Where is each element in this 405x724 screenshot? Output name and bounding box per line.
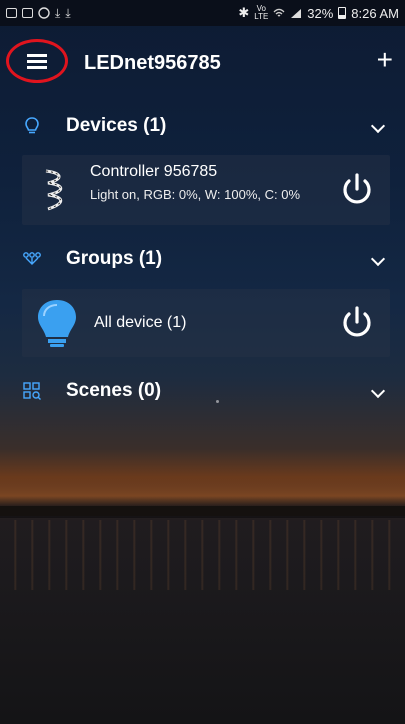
- status-left: ⤓ ⤓: [6, 6, 71, 21]
- hamburger-menu-icon: [27, 54, 47, 69]
- add-button[interactable]: +: [377, 46, 393, 74]
- scenes-section-label: Scenes (0): [66, 380, 162, 401]
- devices-section-header[interactable]: Devices (1): [0, 101, 405, 151]
- device-card[interactable]: Controller 956785 Light on, RGB: 0%, W: …: [22, 155, 390, 225]
- group-card[interactable]: All device (1): [22, 289, 390, 357]
- mail-icon: [6, 8, 17, 18]
- menu-button[interactable]: [6, 39, 68, 83]
- scenes-section-header[interactable]: Scenes (0): [0, 366, 405, 416]
- power-toggle-group[interactable]: [336, 302, 378, 344]
- background-shore: [0, 506, 405, 516]
- group-icon: [23, 252, 41, 265]
- group-name: All device (1): [94, 314, 187, 331]
- whatsapp-icon: [38, 7, 50, 19]
- device-status: Light on, RGB: 0%, W: 100%, C: 0%: [90, 187, 301, 202]
- download-icon: ⤓: [65, 5, 71, 20]
- device-name: Controller 956785: [90, 163, 218, 180]
- clock: 8:26 AM: [351, 5, 399, 21]
- chevron-down-icon: [370, 383, 386, 399]
- chevron-down-icon: [370, 118, 386, 134]
- download-icon: ⤓: [55, 5, 61, 20]
- background-water-reflections: [0, 520, 405, 590]
- volte-icon: Vo LTE: [254, 4, 269, 21]
- led-strip-icon: [45, 169, 63, 211]
- devices-section-label: Devices (1): [66, 115, 167, 136]
- groups-section-header[interactable]: Groups (1): [0, 234, 405, 284]
- lightbulb-outline-icon: [25, 117, 39, 134]
- signal-icon: [291, 8, 302, 18]
- status-bar: ⤓ ⤓ ✱ Vo LTE 32% 8:26 AM: [0, 0, 405, 26]
- chevron-down-icon: [370, 251, 386, 267]
- wifi-icon: [273, 8, 285, 16]
- status-right: ✱ Vo LTE 32% 8:26 AM: [238, 5, 399, 21]
- power-toggle-device[interactable]: [336, 169, 378, 211]
- image-icon: [22, 8, 33, 18]
- app-bar: LEDnet956785 +: [0, 26, 405, 98]
- lightbulb-filled-icon: [38, 300, 76, 347]
- scenes-grid-icon: [23, 382, 41, 400]
- groups-section-label: Groups (1): [66, 248, 163, 269]
- battery-icon: [338, 7, 347, 19]
- battery-percentage: 32%: [307, 5, 334, 21]
- bluetooth-icon: ✱: [238, 5, 250, 20]
- app-title: LEDnet956785: [84, 52, 221, 74]
